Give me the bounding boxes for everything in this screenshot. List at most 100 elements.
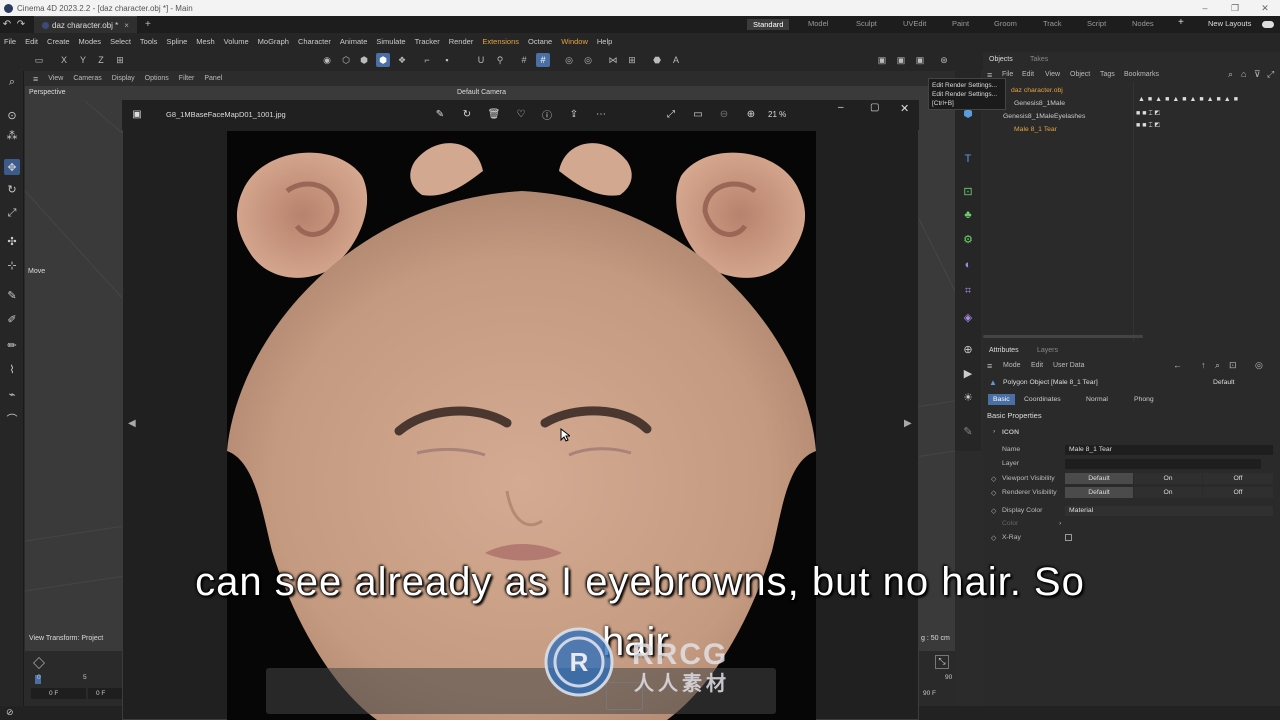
more-options-icon[interactable]: ⋯ bbox=[594, 107, 608, 121]
render-view-icon[interactable]: ▣ bbox=[894, 53, 908, 67]
axis-y-button[interactable]: Y bbox=[76, 53, 90, 67]
objects-filter-icon[interactable]: ⊽ bbox=[1254, 69, 1261, 80]
renderer-visibility-off[interactable]: Off bbox=[1203, 487, 1273, 498]
viewport-menu-filter[interactable]: Filter bbox=[179, 75, 195, 82]
display-color-dropdown[interactable]: Material bbox=[1065, 506, 1273, 516]
solo-icon[interactable]: ▪ bbox=[440, 53, 454, 67]
attributes-menu-edit[interactable]: Edit bbox=[1031, 362, 1043, 369]
favorite-heart-icon[interactable]: ♡ bbox=[514, 107, 528, 121]
undo-icon[interactable]: ↶ bbox=[0, 19, 14, 30]
rotate-tool-icon[interactable]: ↻ bbox=[4, 181, 20, 197]
octane-live-icon[interactable]: ⊛ bbox=[937, 53, 951, 67]
close-window-button[interactable]: ✕ bbox=[1250, 0, 1280, 16]
layer-field[interactable] bbox=[1065, 459, 1261, 469]
extrude-tool-icon[interactable]: ⌇ bbox=[4, 361, 20, 377]
previous-image-arrow-icon[interactable]: ◀ bbox=[128, 418, 136, 429]
layers-tab[interactable]: Layers bbox=[1037, 347, 1058, 354]
brush-tool-icon[interactable]: ✏ bbox=[4, 337, 20, 353]
live-select-icon[interactable]: ⁂ bbox=[4, 127, 20, 143]
zoom-in-icon[interactable]: ⊕ bbox=[744, 107, 758, 121]
axis-tool-icon[interactable]: ⊹ bbox=[4, 257, 20, 273]
viewer-minimize-icon[interactable]: – bbox=[838, 102, 844, 113]
edges-mode-icon[interactable]: ⬡ bbox=[339, 53, 353, 67]
close-tab-icon[interactable]: × bbox=[124, 21, 129, 30]
renderer-visibility-default[interactable]: Default bbox=[1065, 487, 1133, 498]
lock-icon[interactable]: ◎ bbox=[581, 53, 595, 67]
axis-x-button[interactable]: X bbox=[57, 53, 71, 67]
attributes-target-icon[interactable]: ◎ bbox=[1255, 360, 1263, 371]
texture-mode-icon[interactable]: ❖ bbox=[395, 53, 409, 67]
viewport-visibility-key-icon[interactable]: ◇ bbox=[991, 475, 996, 483]
viewer-maximize-icon[interactable]: ▢ bbox=[870, 102, 879, 113]
scale-tool-icon[interactable]: ⤢ bbox=[4, 205, 20, 221]
icon-section-label[interactable]: ICON bbox=[1002, 429, 1019, 436]
objects-home-icon[interactable]: ⌂ bbox=[1241, 69, 1246, 79]
object-row-tear[interactable]: Male 8_1 Tear bbox=[1014, 126, 1057, 133]
camera-icon[interactable]: ▶ bbox=[960, 365, 976, 381]
layout-tab-sculpt[interactable]: Sculpt bbox=[856, 19, 877, 28]
objects-menu-object[interactable]: Object bbox=[1070, 71, 1090, 78]
quantize-icon[interactable]: # bbox=[536, 53, 550, 67]
layout-toggle-icon[interactable] bbox=[1262, 21, 1274, 28]
up-arrow-icon[interactable]: ↑ bbox=[1201, 360, 1206, 370]
workplane-icon[interactable]: ⌐ bbox=[420, 53, 434, 67]
objects-scrollbar[interactable] bbox=[983, 335, 1143, 338]
redo-icon[interactable]: ↷ bbox=[14, 19, 28, 30]
maximize-button[interactable]: ❐ bbox=[1220, 0, 1250, 16]
menu-mesh[interactable]: Mesh bbox=[196, 37, 214, 46]
xray-checkbox[interactable] bbox=[1065, 534, 1072, 541]
tag-icons-genesis[interactable]: ▲■▲■▲■▲■▲■▲■ bbox=[1138, 96, 1241, 103]
frame-start-field[interactable]: 0 F bbox=[31, 688, 86, 699]
spline-pen-icon[interactable]: ✎ bbox=[4, 287, 20, 303]
viewport-menu-cameras[interactable]: Cameras bbox=[73, 75, 101, 82]
rotate-image-icon[interactable]: ↻ bbox=[460, 107, 474, 121]
menu-modes[interactable]: Modes bbox=[79, 37, 102, 46]
grid-snap-icon[interactable]: # bbox=[517, 53, 531, 67]
object-row-eyelashes[interactable]: Genesis8_1MaleEyelashes bbox=[1003, 113, 1085, 120]
cloner-icon[interactable]: ♣ bbox=[960, 207, 976, 223]
objects-tab[interactable]: Objects bbox=[989, 56, 1013, 63]
menu-spline[interactable]: Spline bbox=[166, 37, 187, 46]
menu-create[interactable]: Create bbox=[47, 37, 70, 46]
subtab-phong[interactable]: Phong bbox=[1129, 394, 1159, 405]
objects-menu-edit[interactable]: Edit bbox=[1022, 71, 1034, 78]
objects-menu-view[interactable]: View bbox=[1045, 71, 1060, 78]
layout-tab-paint[interactable]: Paint bbox=[952, 19, 969, 28]
menu-select[interactable]: Select bbox=[110, 37, 131, 46]
delete-image-icon[interactable]: 🗑 bbox=[487, 107, 501, 121]
autokey-icon[interactable]: A bbox=[669, 53, 683, 67]
fullscreen-icon[interactable]: ⤢ bbox=[664, 107, 678, 121]
render-region-icon[interactable]: ▣ bbox=[875, 53, 889, 67]
attributes-lock-icon[interactable]: ⊡ bbox=[1229, 360, 1237, 371]
next-image-arrow-icon[interactable]: ▶ bbox=[904, 418, 912, 429]
menu-volume[interactable]: Volume bbox=[224, 37, 249, 46]
viewport-visibility-on[interactable]: On bbox=[1134, 473, 1202, 484]
viewport-menu-display[interactable]: Display bbox=[112, 75, 135, 82]
attributes-search-icon[interactable]: ⌕ bbox=[1215, 360, 1220, 371]
search-icon[interactable]: ⌕ bbox=[4, 74, 20, 90]
objects-menu-file[interactable]: File bbox=[1002, 71, 1013, 78]
document-tab[interactable]: daz character.obj * × bbox=[34, 16, 137, 33]
keyframe-icon[interactable] bbox=[33, 657, 45, 669]
objects-search-icon[interactable]: ⌕ bbox=[1228, 69, 1233, 80]
volume-icon[interactable]: ◈ bbox=[960, 309, 976, 325]
actual-size-icon[interactable]: ▭ bbox=[691, 107, 705, 121]
hamburger-icon[interactable]: ≡ bbox=[33, 74, 38, 84]
renderer-visibility-key-icon[interactable]: ◇ bbox=[991, 489, 996, 497]
tag-icons-tear[interactable]: ■■⌶◩ bbox=[1136, 122, 1162, 130]
text-tool-icon[interactable]: T bbox=[960, 151, 976, 167]
timeline-graph-icon[interactable]: ⤡ bbox=[935, 655, 949, 669]
tag-icons-eyelashes[interactable]: ■■⌶◩ bbox=[1136, 110, 1162, 118]
subtab-basic[interactable]: Basic bbox=[988, 394, 1015, 405]
viewport-visibility-default[interactable]: Default bbox=[1065, 473, 1133, 484]
sculpt-brush-icon[interactable]: ✎ bbox=[960, 423, 976, 439]
objects-menu-tags[interactable]: Tags bbox=[1100, 71, 1115, 78]
viewport-visibility-off[interactable]: Off bbox=[1203, 473, 1273, 484]
scene-icon[interactable]: ⊕ bbox=[960, 341, 976, 357]
viewport-menu-view[interactable]: View bbox=[48, 75, 63, 82]
model-mode-icon[interactable]: ⬢ bbox=[376, 53, 390, 67]
menu-octane[interactable]: Octane bbox=[528, 37, 552, 46]
color-expand-icon[interactable]: › bbox=[1059, 520, 1061, 527]
menu-extensions[interactable]: Extensions bbox=[482, 37, 519, 46]
menu-simulate[interactable]: Simulate bbox=[376, 37, 405, 46]
